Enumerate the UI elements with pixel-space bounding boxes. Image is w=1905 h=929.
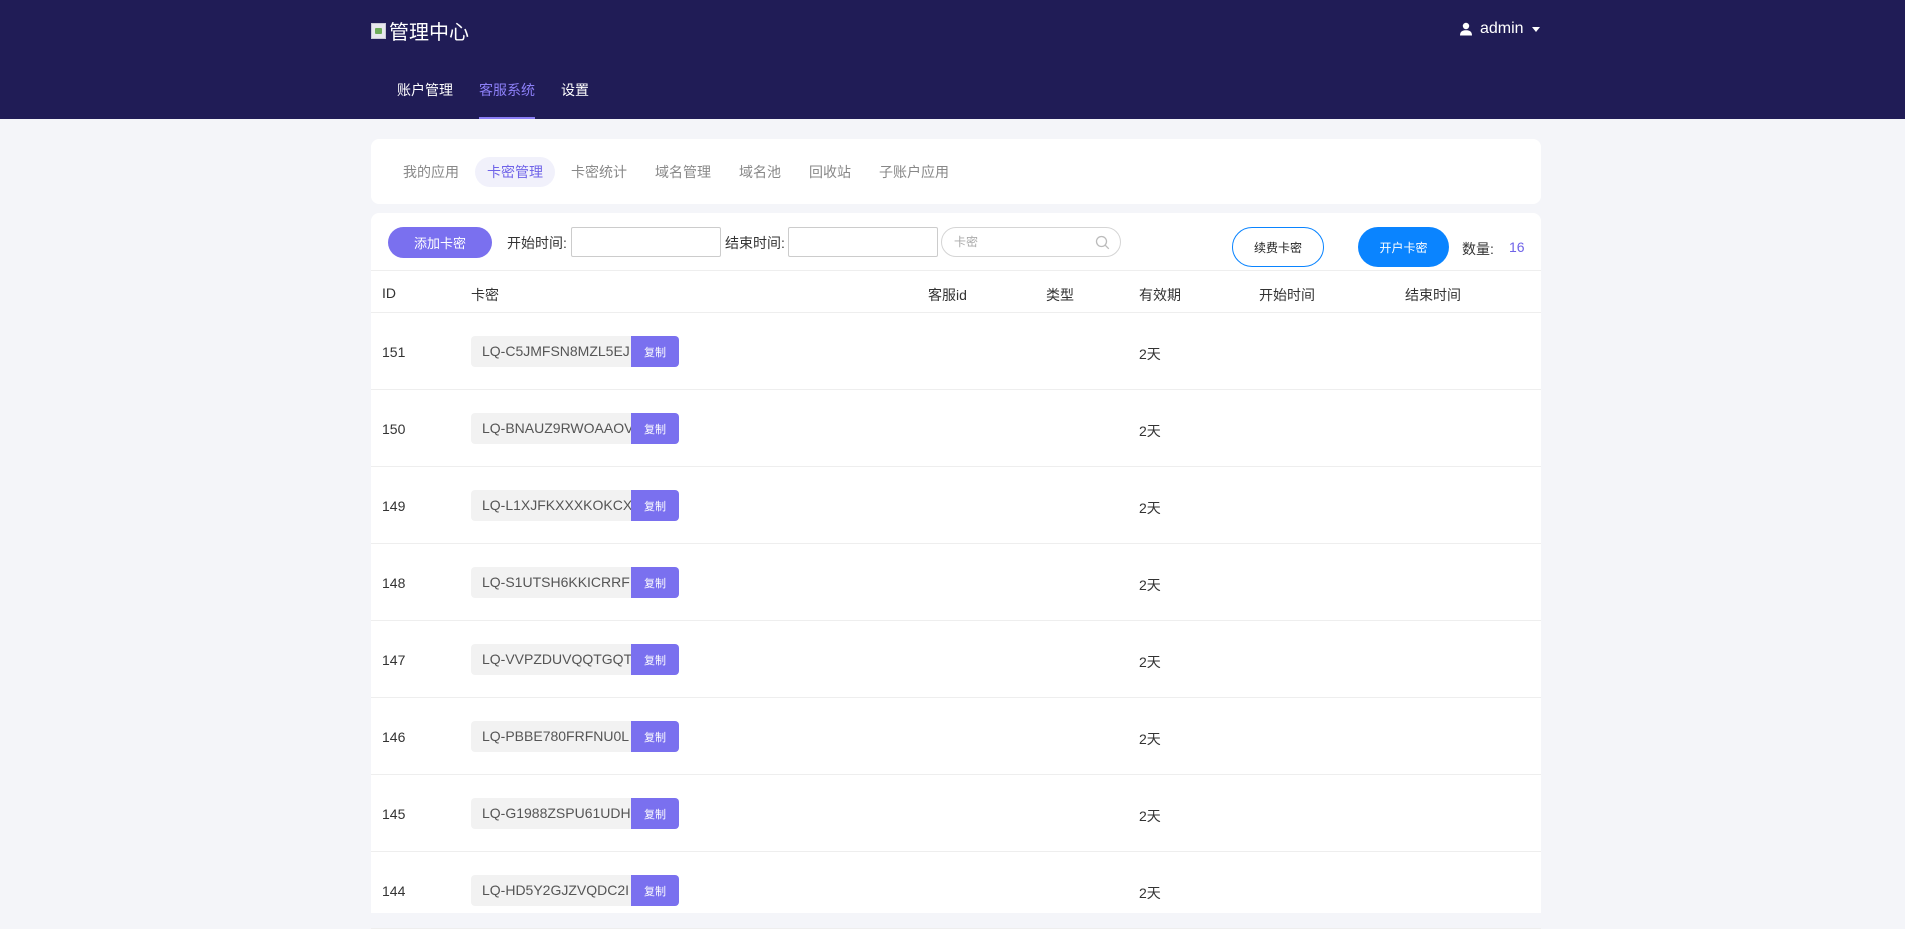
card-key-value: LQ-C5JMFSN8MZL5EJ	[471, 336, 631, 367]
user-menu[interactable]: admin	[1459, 20, 1540, 38]
col-end-time: 结束时间	[1405, 287, 1461, 303]
user-name: admin	[1480, 20, 1524, 37]
renew-card-button[interactable]: 续费卡密	[1232, 227, 1324, 267]
row-validity: 2天	[1139, 500, 1161, 516]
table-row: 144 LQ-HD5Y2GJZVQDC2I 复制 2天	[371, 852, 1541, 929]
nav-customer-service-label: 客服系统	[479, 82, 535, 98]
table-row: 150 LQ-BNAUZ9RWOAAOV 复制 2天	[371, 390, 1541, 467]
table-header: ID 卡密 客服id 类型 有效期 开始时间 结束时间	[371, 271, 1541, 313]
table-row: 151 LQ-C5JMFSN8MZL5EJ 复制 2天	[371, 313, 1541, 390]
row-id: 147	[382, 652, 406, 668]
col-service-id: 客服id	[928, 287, 967, 303]
open-card-button[interactable]: 开户卡密	[1358, 227, 1449, 267]
row-id: 145	[382, 806, 406, 822]
row-id: 146	[382, 729, 406, 745]
col-validity: 有效期	[1139, 287, 1181, 303]
add-card-button[interactable]: 添加卡密	[388, 227, 492, 258]
row-validity: 2天	[1139, 654, 1161, 670]
col-id: ID	[382, 285, 396, 301]
row-id: 144	[382, 883, 406, 899]
toolbar: 添加卡密 开始时间: 结束时间: 续费卡密 开户卡密 数量: 16	[371, 213, 1541, 271]
card-key-cell: LQ-HD5Y2GJZVQDC2I 复制	[471, 875, 679, 906]
card-key-value: LQ-PBBE780FRFNU0L	[471, 721, 631, 752]
col-card-key: 卡密	[471, 287, 499, 303]
nav-account-label: 账户管理	[397, 82, 453, 98]
row-id: 148	[382, 575, 406, 591]
row-validity: 2天	[1139, 577, 1161, 593]
broken-image-icon	[371, 22, 386, 39]
card-list-panel: 添加卡密 开始时间: 结束时间: 续费卡密 开户卡密 数量: 16 ID 卡密 …	[371, 213, 1541, 929]
search-input[interactable]	[954, 233, 1084, 251]
row-validity: 2天	[1139, 423, 1161, 439]
row-validity: 2天	[1139, 885, 1161, 901]
top-header: 管理中心 admin 账户管理 客服系统 设置	[0, 0, 1905, 119]
top-nav: 账户管理 客服系统 设置	[384, 80, 602, 119]
user-icon	[1460, 22, 1472, 36]
col-start-time: 开始时间	[1259, 287, 1315, 303]
table-row: 149 LQ-L1XJFKXXXKOKCX 复制 2天	[371, 467, 1541, 544]
tab-sub-account-apps[interactable]: 子账户应用	[867, 157, 961, 187]
table-row: 148 LQ-S1UTSH6KKICRRF 复制 2天	[371, 544, 1541, 621]
copy-button[interactable]: 复制	[631, 644, 679, 675]
card-key-cell: LQ-VVPZDUVQQTGQT 复制	[471, 644, 679, 675]
row-id: 150	[382, 421, 406, 437]
card-key-value: LQ-L1XJFKXXXKOKCX	[471, 490, 631, 521]
card-key-cell: LQ-S1UTSH6KKICRRF 复制	[471, 567, 679, 598]
card-key-cell: LQ-L1XJFKXXXKOKCX 复制	[471, 490, 679, 521]
end-time-label: 结束时间:	[725, 235, 785, 251]
row-validity: 2天	[1139, 731, 1161, 747]
copy-button[interactable]: 复制	[631, 721, 679, 752]
copy-button[interactable]: 复制	[631, 413, 679, 444]
tab-domain-management[interactable]: 域名管理	[643, 157, 723, 187]
nav-account[interactable]: 账户管理	[384, 80, 466, 119]
row-validity: 2天	[1139, 808, 1161, 824]
nav-settings-label: 设置	[561, 82, 589, 98]
subtabs-card: 我的应用 卡密管理 卡密统计 域名管理 域名池 回收站 子账户应用	[371, 139, 1541, 204]
search-icon[interactable]	[1095, 235, 1110, 250]
start-time-input[interactable]	[571, 227, 721, 257]
tab-my-apps[interactable]: 我的应用	[391, 157, 471, 187]
subtabs: 我的应用 卡密管理 卡密统计 域名管理 域名池 回收站 子账户应用	[391, 157, 965, 187]
table-body: 151 LQ-C5JMFSN8MZL5EJ 复制 2天 150 LQ-BNAUZ…	[371, 313, 1541, 929]
card-key-cell: LQ-PBBE780FRFNU0L 复制	[471, 721, 679, 752]
tab-recycle-bin[interactable]: 回收站	[797, 157, 863, 187]
search-box	[941, 227, 1121, 257]
start-time-label: 开始时间:	[507, 235, 567, 251]
card-key-value: LQ-BNAUZ9RWOAAOV	[471, 413, 631, 444]
card-key-cell: LQ-BNAUZ9RWOAAOV 复制	[471, 413, 679, 444]
end-time-input[interactable]	[788, 227, 938, 257]
card-key-value: LQ-HD5Y2GJZVQDC2I	[471, 875, 631, 906]
col-type: 类型	[1046, 287, 1074, 303]
tab-card-stats[interactable]: 卡密统计	[559, 157, 639, 187]
tab-domain-pool[interactable]: 域名池	[727, 157, 793, 187]
copy-button[interactable]: 复制	[631, 336, 679, 367]
row-id: 151	[382, 344, 406, 360]
count-label: 数量:	[1462, 241, 1494, 257]
copy-button[interactable]: 复制	[631, 798, 679, 829]
table-row: 147 LQ-VVPZDUVQQTGQT 复制 2天	[371, 621, 1541, 698]
card-key-value: LQ-VVPZDUVQQTGQT	[471, 644, 631, 675]
logo[interactable]: 管理中心	[371, 16, 469, 45]
row-id: 149	[382, 498, 406, 514]
table-row: 145 LQ-G1988ZSPU61UDH 复制 2天	[371, 775, 1541, 852]
copy-button[interactable]: 复制	[631, 875, 679, 906]
table-row: 146 LQ-PBBE780FRFNU0L 复制 2天	[371, 698, 1541, 775]
nav-customer-service[interactable]: 客服系统	[466, 80, 548, 119]
card-key-cell: LQ-G1988ZSPU61UDH 复制	[471, 798, 679, 829]
nav-settings[interactable]: 设置	[548, 80, 602, 119]
copy-button[interactable]: 复制	[631, 567, 679, 598]
copy-button[interactable]: 复制	[631, 490, 679, 521]
card-key-cell: LQ-C5JMFSN8MZL5EJ 复制	[471, 336, 679, 367]
card-key-value: LQ-G1988ZSPU61UDH	[471, 798, 631, 829]
row-validity: 2天	[1139, 346, 1161, 362]
app-title: 管理中心	[389, 22, 469, 44]
tab-card-management[interactable]: 卡密管理	[475, 157, 555, 187]
count-value: 16	[1509, 239, 1525, 255]
caret-down-icon	[1531, 26, 1540, 32]
card-key-value: LQ-S1UTSH6KKICRRF	[471, 567, 631, 598]
